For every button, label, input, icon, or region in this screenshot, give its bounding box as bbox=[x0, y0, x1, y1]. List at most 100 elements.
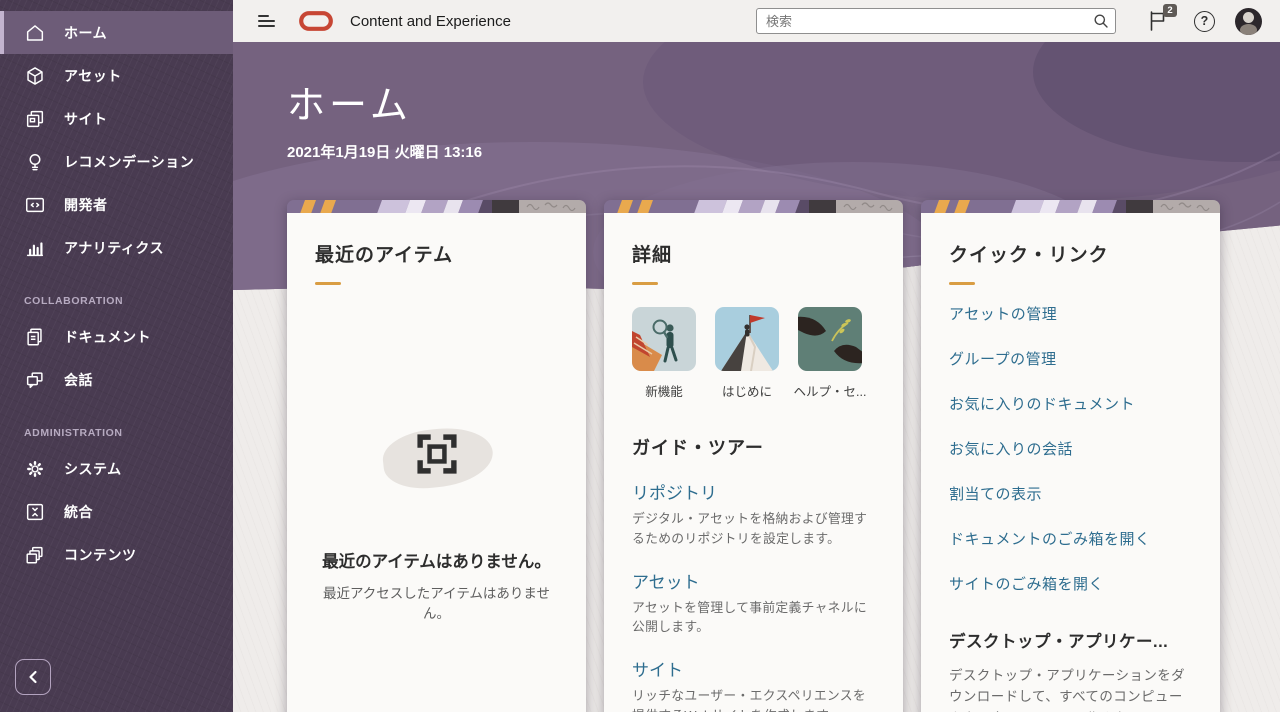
user-avatar[interactable] bbox=[1235, 8, 1262, 35]
tour-link[interactable]: リポジトリ bbox=[632, 479, 717, 504]
content-icon bbox=[23, 543, 47, 567]
integration-icon bbox=[23, 500, 47, 524]
getting-started-thumbnail bbox=[715, 307, 779, 371]
search-icon[interactable] bbox=[1093, 13, 1109, 34]
accent-dash bbox=[315, 282, 341, 285]
documents-icon bbox=[23, 325, 47, 349]
quick-link-documents-trash[interactable]: ドキュメントのごみ箱を開く bbox=[949, 516, 1192, 561]
help-icon[interactable]: ? bbox=[1194, 11, 1215, 32]
empty-state-title: 最近のアイテムはありません。 bbox=[315, 550, 558, 576]
whats-new-thumbnail bbox=[632, 307, 696, 371]
search-input[interactable] bbox=[756, 8, 1116, 34]
desktop-app-heading: デスクトップ・アプリケー... bbox=[949, 628, 1192, 652]
sidebar-item-sites[interactable]: サイト bbox=[0, 97, 233, 140]
sidebar-section-collaboration: COLLABORATION bbox=[0, 269, 233, 315]
tile-help-center[interactable]: ヘルプ・セ... bbox=[798, 307, 862, 400]
sites-icon bbox=[23, 107, 47, 131]
app-window: ホーム アセット サイト レコメンデーション bbox=[0, 0, 1280, 712]
details-tiles: 新機能 bbox=[632, 307, 875, 400]
recent-items-card: 最近のアイテム 最近のアイテムはありません。 最近アクセスしたアイテムはありませ… bbox=[287, 200, 586, 712]
avatar-body-shape bbox=[1240, 24, 1257, 35]
sidebar-item-label: 統合 bbox=[64, 502, 93, 522]
gear-icon bbox=[23, 457, 47, 481]
quick-link-sites-trash[interactable]: サイトのごみ箱を開く bbox=[949, 561, 1192, 606]
quick-link-view-assignments[interactable]: 割当ての表示 bbox=[949, 471, 1192, 516]
top-header-bar: Content and Experience 2 ? bbox=[233, 0, 1280, 42]
sidebar-item-system[interactable]: システム bbox=[0, 447, 233, 490]
sidebar-section-administration: ADMINISTRATION bbox=[0, 401, 233, 447]
quick-links-title: クイック・リンク bbox=[949, 240, 1192, 267]
sidebar-item-label: システム bbox=[64, 459, 122, 479]
conversations-icon bbox=[23, 368, 47, 392]
tile-getting-started[interactable]: はじめに bbox=[715, 307, 779, 400]
tour-item-repositories: リポジトリ デジタル・アセットを格納および管理するためのリポジトリを設定します。 bbox=[632, 479, 875, 549]
recent-items-empty-state: 最近のアイテムはありません。 最近アクセスしたアイテムはありません。 bbox=[315, 415, 558, 625]
quick-link-manage-groups[interactable]: グループの管理 bbox=[949, 336, 1192, 381]
details-card: 詳細 bbox=[604, 200, 903, 712]
tour-item-sites: サイト リッチなユーザー・エクスペリエンスを提供するWebサイトを作成します。 bbox=[632, 656, 875, 712]
tile-label: はじめに bbox=[722, 381, 772, 400]
sidebar-item-developer[interactable]: 開発者 bbox=[0, 183, 233, 226]
sidebar-item-label: ドキュメント bbox=[64, 327, 151, 347]
oracle-logo bbox=[298, 10, 334, 32]
analytics-icon bbox=[23, 236, 47, 260]
card-top-decoration bbox=[604, 200, 903, 213]
quick-links-list: アセットの管理 グループの管理 お気に入りのドキュメント お気に入りの会話 割当… bbox=[949, 291, 1192, 606]
sidebar-item-integration[interactable]: 統合 bbox=[0, 490, 233, 533]
quick-link-manage-assets[interactable]: アセットの管理 bbox=[949, 291, 1192, 336]
scan-frame-icon bbox=[377, 415, 497, 493]
avatar-head-shape bbox=[1243, 12, 1254, 23]
sidebar-item-recommendations[interactable]: レコメンデーション bbox=[0, 140, 233, 183]
assets-cube-icon bbox=[23, 64, 47, 88]
sidebar-item-label: 開発者 bbox=[64, 195, 108, 215]
quick-links-card-body: クイック・リンク アセットの管理 グループの管理 お気に入りのドキュメント お気… bbox=[921, 213, 1220, 712]
tile-label: ヘルプ・セ... bbox=[794, 381, 867, 400]
sidebar-item-conversations[interactable]: 会話 bbox=[0, 358, 233, 401]
sidebar-item-analytics[interactable]: アナリティクス bbox=[0, 226, 233, 269]
sidebar-item-home[interactable]: ホーム bbox=[0, 11, 233, 54]
search-box bbox=[756, 8, 1116, 34]
sidebar-item-assets[interactable]: アセット bbox=[0, 54, 233, 97]
tile-whats-new[interactable]: 新機能 bbox=[632, 307, 696, 400]
notification-count-badge: 2 bbox=[1163, 4, 1177, 17]
details-card-body: 詳細 bbox=[604, 213, 903, 712]
tour-description: リッチなユーザー・エクスペリエンスを提供するWebサイトを作成します。 bbox=[632, 686, 875, 712]
tile-label: 新機能 bbox=[645, 381, 683, 400]
recent-items-title: 最近のアイテム bbox=[315, 240, 558, 267]
recent-items-card-body: 最近のアイテム 最近のアイテムはありません。 最近アクセスしたアイテムはありませ… bbox=[287, 213, 586, 712]
desktop-app-description: デスクトップ・アプリケーションをダウンロードして、すべてのコンピュータ上で全ファ… bbox=[949, 665, 1192, 712]
sidebar-item-documents[interactable]: ドキュメント bbox=[0, 315, 233, 358]
tour-item-assets: アセット アセットを管理して事前定義チャネルに公開します。 bbox=[632, 568, 875, 638]
accent-dash bbox=[632, 282, 658, 285]
page-title: ホーム bbox=[287, 74, 482, 129]
quick-links-card: クイック・リンク アセットの管理 グループの管理 お気に入りのドキュメント お気… bbox=[921, 200, 1220, 712]
tour-link[interactable]: サイト bbox=[632, 656, 683, 681]
help-center-thumbnail bbox=[798, 307, 862, 371]
sidebar-nav: ホーム アセット サイト レコメンデーション bbox=[0, 0, 233, 576]
notifications-flag-button[interactable]: 2 bbox=[1146, 8, 1172, 34]
tour-link[interactable]: アセット bbox=[632, 568, 700, 593]
sidebar-item-label: レコメンデーション bbox=[64, 152, 194, 172]
chevron-left-icon bbox=[28, 670, 38, 684]
page-date: 2021年1月19日 火曜日 13:16 bbox=[287, 141, 482, 162]
empty-state-subtitle: 最近アクセスしたアイテムはありません。 bbox=[315, 584, 558, 626]
sidebar-item-label: アナリティクス bbox=[64, 238, 164, 258]
sidebar-item-content[interactable]: コンテンツ bbox=[0, 533, 233, 576]
details-title: 詳細 bbox=[632, 240, 875, 267]
app-title: Content and Experience bbox=[350, 13, 511, 30]
sidebar-item-label: コンテンツ bbox=[64, 545, 137, 565]
main-content-area: ホーム 2021年1月19日 火曜日 13:16 bbox=[233, 42, 1280, 712]
sidebar-item-label: アセット bbox=[64, 66, 122, 86]
tour-description: デジタル・アセットを格納および管理するためのリポジトリを設定します。 bbox=[632, 509, 875, 549]
quick-link-favorite-conversations[interactable]: お気に入りの会話 bbox=[949, 426, 1192, 471]
home-icon bbox=[23, 21, 47, 45]
developer-icon bbox=[23, 193, 47, 217]
sidebar-item-label: ホーム bbox=[64, 23, 107, 43]
card-top-decoration bbox=[921, 200, 1220, 213]
guided-tours-heading: ガイド・ツアー bbox=[632, 434, 875, 460]
accent-dash bbox=[949, 282, 975, 285]
sidebar-collapse-button[interactable] bbox=[15, 659, 51, 695]
lightbulb-icon bbox=[23, 150, 47, 174]
quick-link-favorite-documents[interactable]: お気に入りのドキュメント bbox=[949, 381, 1192, 426]
hamburger-menu-icon[interactable] bbox=[258, 15, 276, 27]
